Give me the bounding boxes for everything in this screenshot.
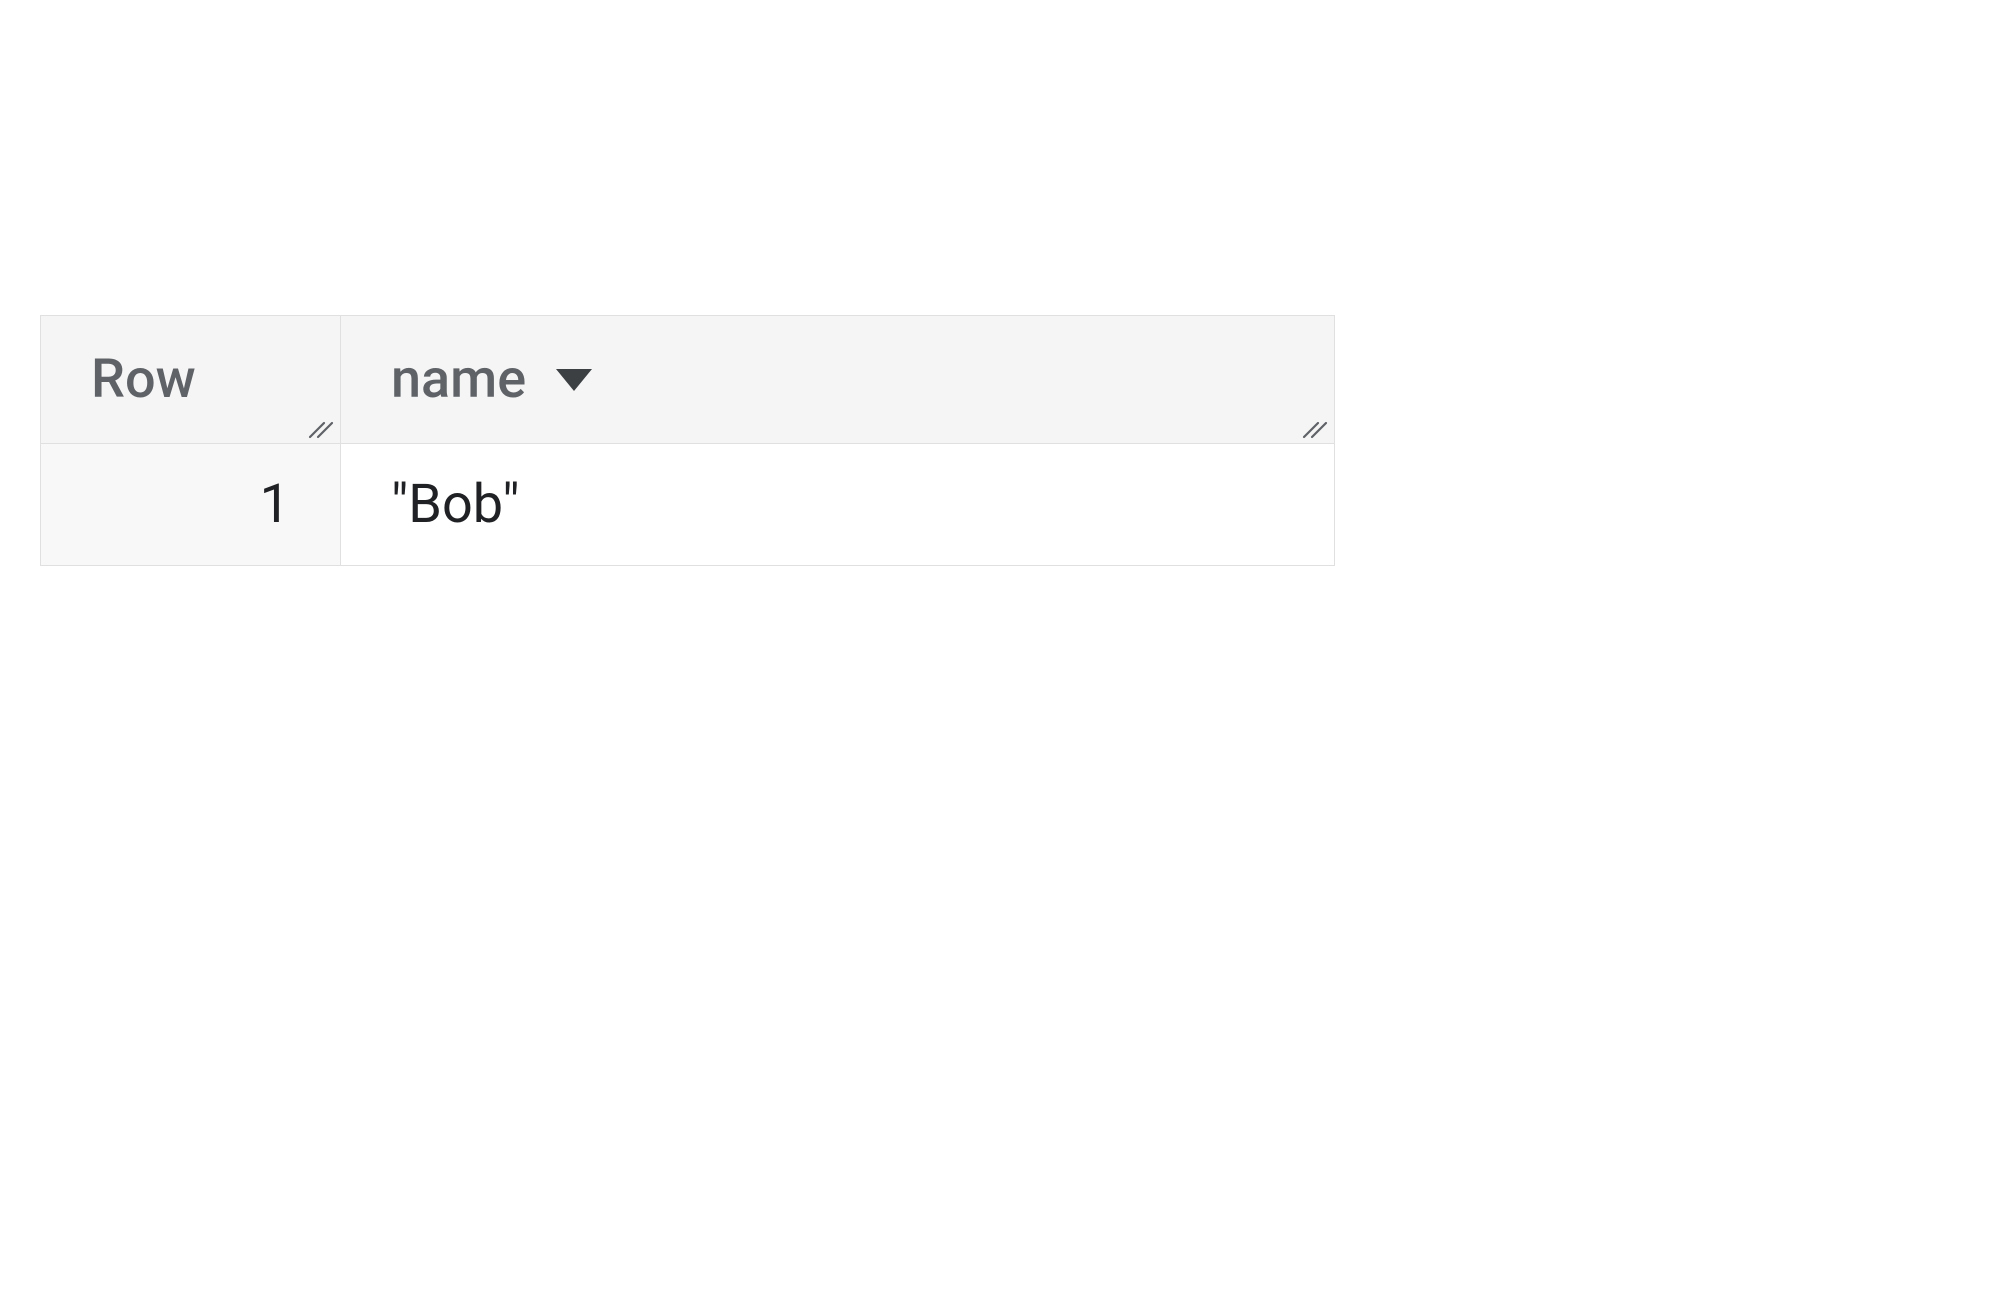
column-resize-handle[interactable] <box>304 419 334 439</box>
column-header-label: Row <box>91 348 196 411</box>
column-header-row[interactable]: Row <box>41 316 341 444</box>
results-table: Row name <box>40 315 1335 566</box>
column-header-name[interactable]: name <box>341 316 1335 444</box>
table-header-row: Row name <box>41 316 1335 444</box>
column-resize-handle[interactable] <box>1298 419 1328 439</box>
column-header-label: name <box>391 348 526 411</box>
cell-name[interactable]: "Bob" <box>341 444 1335 566</box>
table-row: 1 "Bob" <box>41 444 1335 566</box>
row-number-cell: 1 <box>41 444 341 566</box>
sort-desc-icon[interactable] <box>556 369 592 391</box>
